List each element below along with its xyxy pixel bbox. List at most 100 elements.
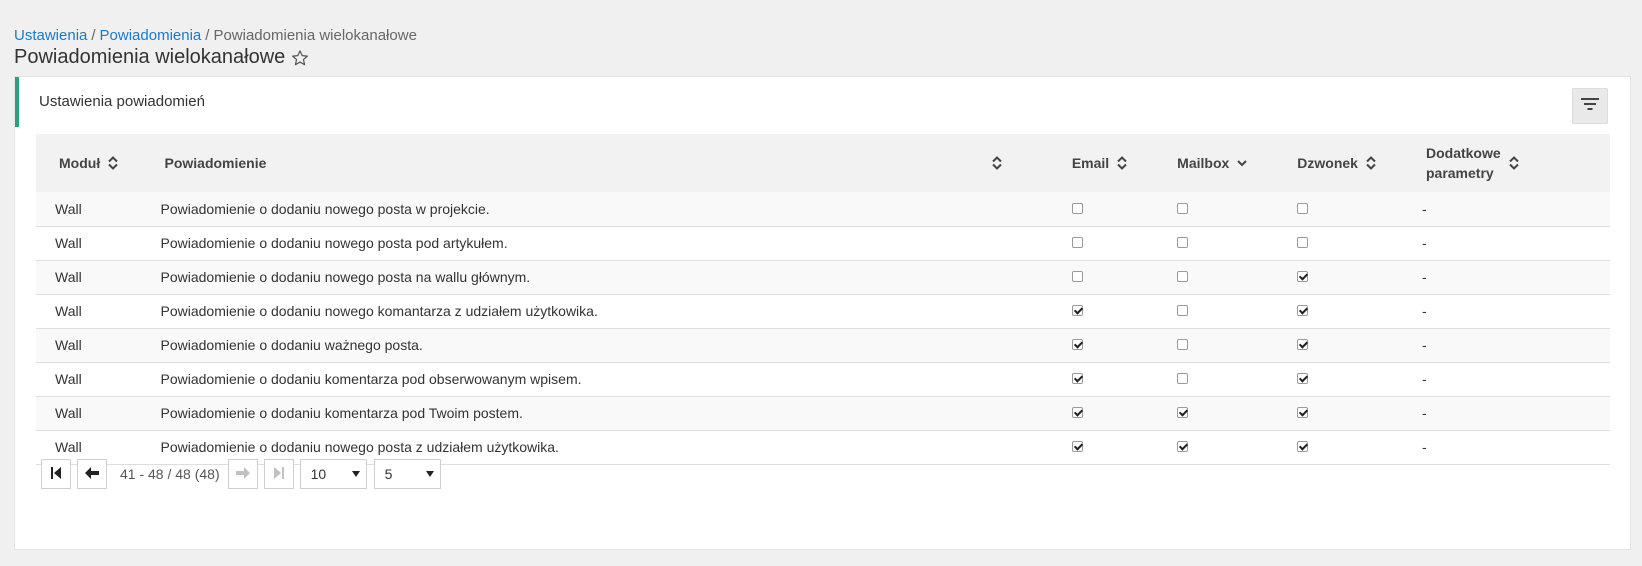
filter-button[interactable] xyxy=(1572,88,1608,124)
notification-cell: Powiadomienie o dodaniu nowego posta w p… xyxy=(160,200,490,217)
email-checkbox[interactable] xyxy=(1071,441,1083,452)
table-row: Wall Powiadomienie o dodaniu nowego koman… xyxy=(36,294,1610,328)
sort-icon xyxy=(108,156,118,170)
last-page-button[interactable] xyxy=(263,459,294,489)
module-cell: Wall xyxy=(55,303,82,319)
arrow-left-icon xyxy=(85,466,99,482)
mailbox-checkbox[interactable] xyxy=(1177,407,1189,418)
bell-checkbox[interactable] xyxy=(1297,373,1309,384)
extra-params-cell: - xyxy=(1421,303,1427,319)
bell-cell xyxy=(1247,362,1376,396)
extra-params-cell: - xyxy=(1421,200,1427,217)
pagination: 41 - 48 / 48 (48) 10 5 xyxy=(41,459,441,489)
email-cell xyxy=(1022,396,1127,430)
mailbox-cell xyxy=(1127,192,1247,226)
breadcrumb: Ustawienia / Powiadomienia / Powiadomienia w… xyxy=(14,27,417,44)
bell-checkbox[interactable] xyxy=(1297,339,1309,350)
mailbox-cell xyxy=(1127,362,1247,396)
bell-checkbox[interactable] xyxy=(1297,202,1309,214)
mailbox-cell xyxy=(1127,260,1247,294)
extra-params-cell: - xyxy=(1421,269,1427,285)
notification-settings-panel: Ustawienia powiadomień Moduł Powiadomien… xyxy=(14,76,1631,550)
bell-cell xyxy=(1247,192,1376,226)
sort-icon xyxy=(1117,156,1127,170)
email-checkbox[interactable] xyxy=(1071,407,1083,418)
module-cell: Wall xyxy=(55,235,82,251)
sort-icon xyxy=(1508,156,1519,170)
sort-icon xyxy=(992,156,1002,170)
arrow-right-icon xyxy=(235,466,250,482)
mailbox-checkbox[interactable] xyxy=(1177,305,1189,316)
table-row: Wall Powiadomienie o dodaniu nowego posta… xyxy=(36,260,1610,294)
mailbox-cell xyxy=(1127,294,1247,328)
chevron-down-icon xyxy=(1237,156,1248,170)
extra-params-cell: - xyxy=(1421,337,1427,353)
mailbox-checkbox[interactable] xyxy=(1177,339,1189,350)
mailbox-cell xyxy=(1127,430,1247,464)
next-page-button[interactable] xyxy=(227,459,258,489)
extra-params-cell: - xyxy=(1421,439,1427,455)
mailbox-checkbox[interactable] xyxy=(1177,237,1189,248)
column-header-extra-params[interactable]: Dodatkowe parametry xyxy=(1376,134,1610,192)
notification-cell: Powiadomienie o dodaniu komentarza pod o… xyxy=(160,371,582,387)
last-page-icon xyxy=(273,466,284,482)
previous-page-button[interactable] xyxy=(77,459,107,489)
breadcrumb-link-notifications[interactable]: Powiadomienia xyxy=(100,27,202,44)
mailbox-cell xyxy=(1127,226,1247,260)
page-size-select[interactable]: 10 xyxy=(299,459,367,489)
extra-params-cell: - xyxy=(1421,371,1427,387)
column-header-bell[interactable]: Dzwonek xyxy=(1247,134,1376,192)
email-checkbox[interactable] xyxy=(1071,339,1083,350)
column-header-email[interactable]: Email xyxy=(1022,134,1127,192)
notification-cell: Powiadomienie o dodaniu komentarza pod T… xyxy=(160,405,523,421)
page-number-select[interactable]: 5 xyxy=(373,459,441,489)
sort-icon xyxy=(1366,156,1376,170)
email-cell xyxy=(1022,328,1127,362)
notification-cell: Powiadomienie o dodaniu nowego posta na … xyxy=(160,269,531,285)
bell-checkbox[interactable] xyxy=(1297,271,1309,282)
extra-params-cell: - xyxy=(1421,405,1427,421)
email-cell xyxy=(1022,362,1127,396)
column-header-notification[interactable]: Powiadomienie xyxy=(141,134,1021,192)
mailbox-checkbox[interactable] xyxy=(1177,271,1189,282)
module-cell: Wall xyxy=(55,371,82,387)
email-checkbox[interactable] xyxy=(1071,373,1083,384)
mailbox-checkbox[interactable] xyxy=(1177,441,1189,452)
column-header-module[interactable]: Moduł xyxy=(36,134,141,192)
module-cell: Wall xyxy=(55,200,82,217)
email-checkbox[interactable] xyxy=(1071,237,1083,248)
breadcrumb-current: Powiadomienia wielokanałowe xyxy=(213,27,417,44)
star-icon[interactable] xyxy=(291,49,309,67)
module-cell: Wall xyxy=(55,337,82,353)
extra-params-cell: - xyxy=(1421,235,1427,251)
breadcrumb-separator: / xyxy=(205,27,210,44)
mailbox-cell xyxy=(1127,396,1247,430)
bell-cell xyxy=(1247,396,1376,430)
column-header-mailbox[interactable]: Mailbox xyxy=(1127,134,1248,192)
module-cell: Wall xyxy=(55,269,82,285)
table-row: Wall Powiadomienie o dodaniu komentarza p… xyxy=(36,396,1610,430)
mailbox-checkbox[interactable] xyxy=(1177,202,1189,214)
email-checkbox[interactable] xyxy=(1071,305,1083,316)
page-info: 41 - 48 / 48 (48) xyxy=(120,466,220,482)
mailbox-checkbox[interactable] xyxy=(1177,373,1189,384)
breadcrumb-link-settings[interactable]: Ustawienia xyxy=(14,27,87,44)
bell-cell xyxy=(1247,328,1376,362)
panel-accent-bar xyxy=(15,77,19,127)
bell-checkbox[interactable] xyxy=(1297,407,1309,418)
bell-cell xyxy=(1247,260,1376,294)
table-header-row: Moduł Powiadomienie Email Mailbox Dzwone… xyxy=(36,134,1610,192)
first-page-button[interactable] xyxy=(41,459,71,489)
bell-checkbox[interactable] xyxy=(1297,305,1309,316)
breadcrumb-separator: / xyxy=(91,27,96,44)
bell-checkbox[interactable] xyxy=(1297,441,1309,452)
bell-cell xyxy=(1247,430,1376,464)
first-page-icon xyxy=(51,466,61,482)
page-title-row: Powiadomienia wielokanałowe xyxy=(14,46,309,69)
email-checkbox[interactable] xyxy=(1071,202,1083,214)
email-checkbox[interactable] xyxy=(1071,271,1083,282)
bell-checkbox[interactable] xyxy=(1297,237,1309,248)
table-row: Wall Powiadomienie o dodaniu ważnego post… xyxy=(36,328,1610,362)
dropdown-arrow-icon xyxy=(351,471,360,477)
email-cell xyxy=(1022,260,1127,294)
